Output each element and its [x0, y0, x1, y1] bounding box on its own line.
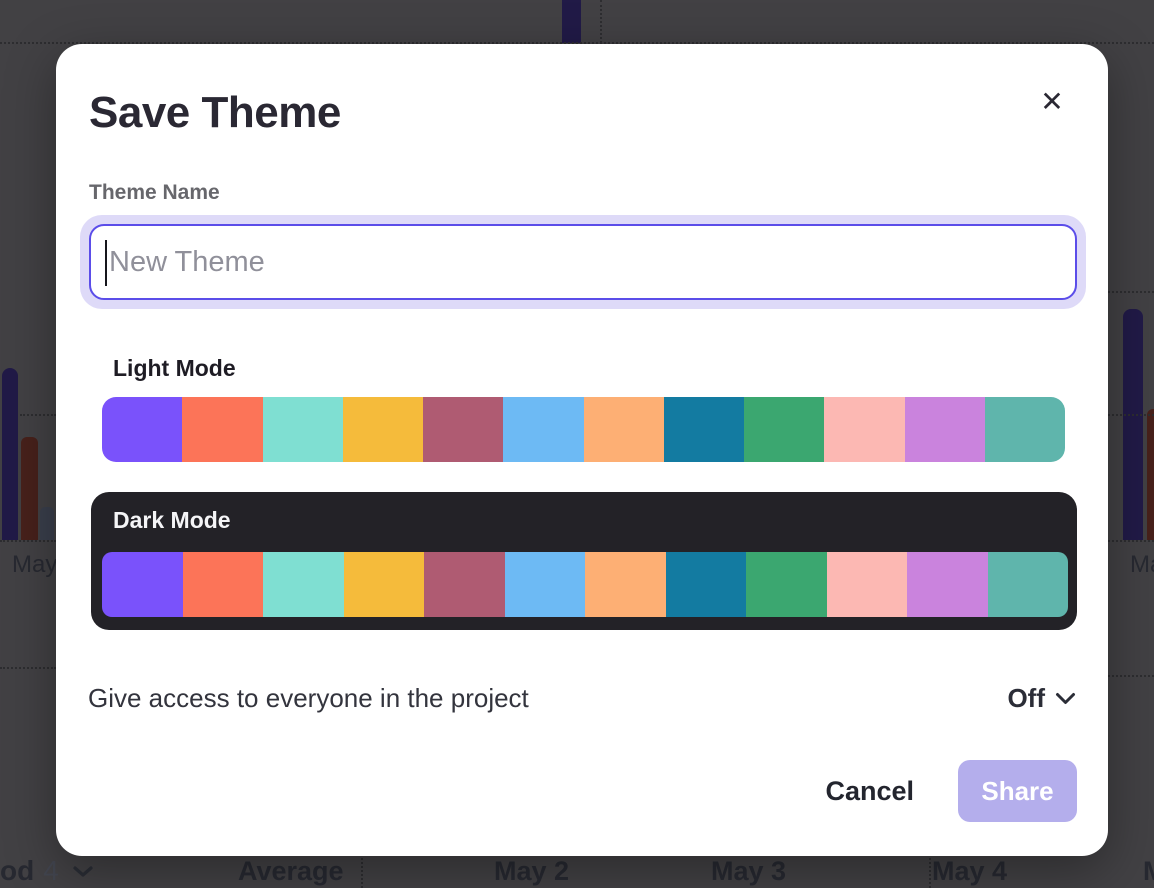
dialog-footer: Cancel Share — [825, 760, 1077, 822]
light-mode-palette — [102, 397, 1065, 462]
palette-swatch — [343, 397, 423, 462]
dark-mode-card: Dark Mode — [91, 492, 1077, 630]
palette-swatch — [988, 552, 1069, 617]
axis-label-may2: May 2 — [494, 856, 569, 887]
period-label: od — [0, 855, 34, 887]
share-button[interactable]: Share — [958, 760, 1077, 822]
dark-mode-label: Dark Mode — [113, 506, 231, 534]
gridline — [1108, 675, 1154, 677]
palette-swatch — [584, 397, 664, 462]
gridline — [929, 853, 931, 888]
theme-name-field-focus-ring — [80, 215, 1086, 309]
palette-swatch — [746, 552, 827, 617]
palette-swatch — [666, 552, 747, 617]
period-dropdown: od 4 — [0, 855, 94, 887]
text-cursor — [105, 240, 107, 286]
dark-mode-palette — [102, 552, 1068, 617]
palette-swatch — [905, 397, 985, 462]
palette-swatch — [585, 552, 666, 617]
chart-bar — [21, 437, 38, 540]
palette-swatch — [263, 397, 343, 462]
save-theme-dialog: Save Theme ✕ Theme Name Light Mode Dark … — [56, 44, 1108, 856]
axis-label-average: Average — [238, 856, 344, 887]
gridline — [1108, 540, 1154, 542]
chart-group-label: Ma — [1130, 551, 1154, 579]
chart-bar — [562, 0, 581, 43]
gridline — [1108, 291, 1154, 293]
theme-name-input[interactable] — [89, 224, 1077, 300]
gridline — [20, 414, 56, 416]
chevron-down-icon — [72, 865, 94, 878]
gridline — [361, 853, 363, 888]
axis-label-may3: May 3 — [711, 856, 786, 887]
palette-swatch — [827, 552, 908, 617]
axis-label-may4: May 4 — [932, 856, 1007, 887]
gridline — [0, 667, 56, 669]
palette-swatch — [182, 397, 262, 462]
theme-name-label: Theme Name — [89, 180, 220, 206]
close-icon[interactable]: ✕ — [1034, 83, 1070, 119]
palette-swatch — [102, 552, 183, 617]
chart-group-label: May — [12, 551, 57, 579]
palette-swatch — [664, 397, 744, 462]
gridline — [0, 540, 56, 542]
palette-swatch — [503, 397, 583, 462]
cancel-button[interactable]: Cancel — [825, 776, 914, 807]
chart-bar — [2, 368, 18, 540]
palette-swatch — [183, 552, 264, 617]
access-row: Give access to everyone in the project O… — [88, 678, 1076, 718]
palette-swatch — [344, 552, 425, 617]
palette-swatch — [263, 552, 344, 617]
palette-swatch — [824, 397, 904, 462]
palette-swatch — [102, 397, 182, 462]
access-value: Off — [1007, 683, 1045, 714]
axis-label-may5-partial: M — [1143, 856, 1154, 887]
light-mode-label: Light Mode — [113, 354, 236, 382]
palette-swatch — [423, 397, 503, 462]
access-label: Give access to everyone in the project — [88, 683, 529, 714]
chart-bar — [1147, 409, 1154, 540]
chart-bar — [1123, 309, 1143, 540]
dialog-title: Save Theme — [89, 91, 341, 135]
palette-swatch — [744, 397, 824, 462]
palette-swatch — [907, 552, 988, 617]
gridline — [600, 0, 602, 43]
gridline — [1108, 414, 1154, 416]
chart-bar — [40, 507, 54, 540]
chevron-down-icon — [1055, 692, 1076, 705]
palette-swatch — [505, 552, 586, 617]
period-number: 4 — [43, 855, 59, 887]
palette-swatch — [424, 552, 505, 617]
access-dropdown[interactable]: Off — [1007, 683, 1076, 714]
palette-swatch — [985, 397, 1065, 462]
